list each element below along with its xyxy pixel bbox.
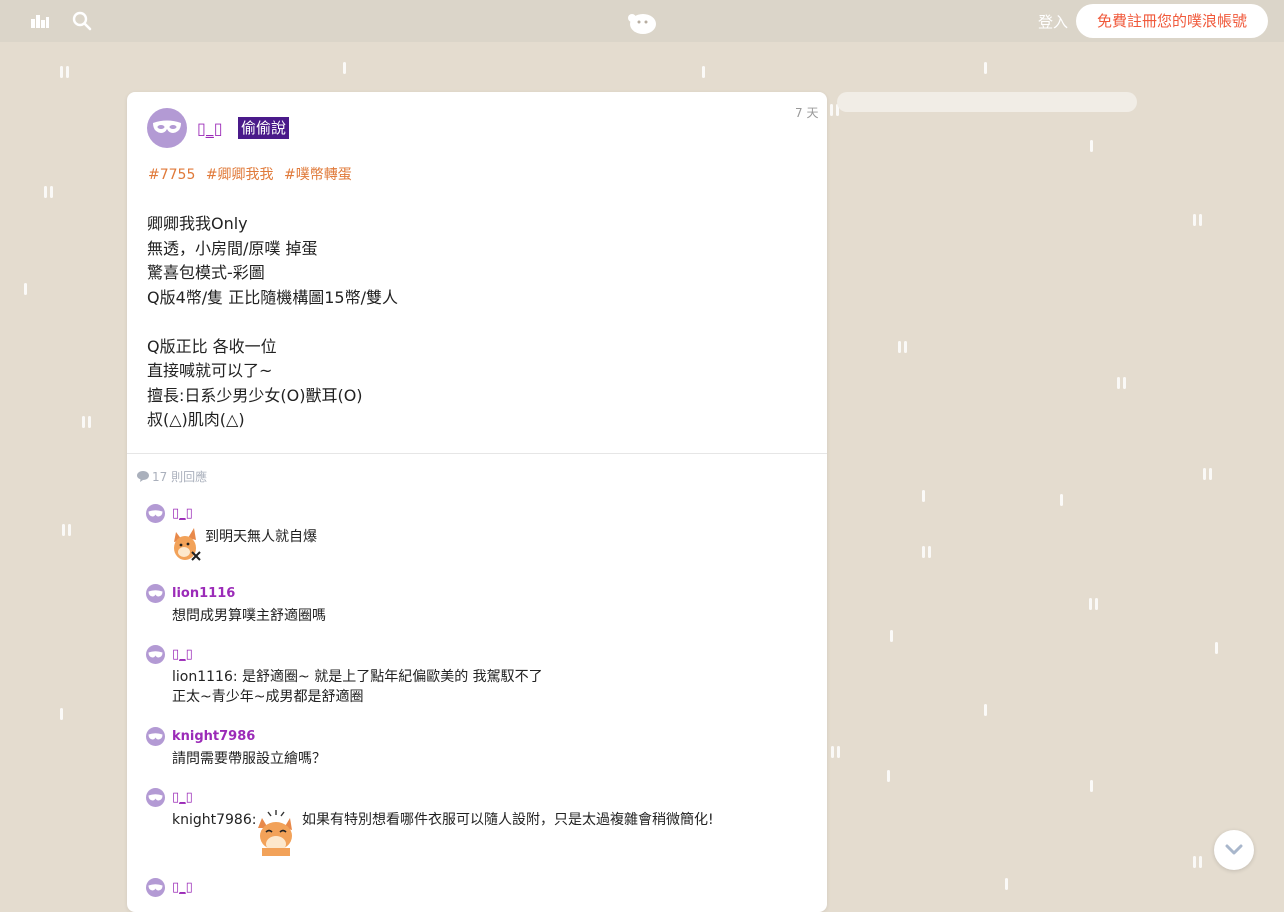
plurk-card: ▯_▯ 偷偷說 7 天 #7755 #卿卿我我 #噗幣轉蛋 卿卿我我Only 無… <box>127 92 827 912</box>
response-count: 17 則回應 <box>137 468 207 485</box>
response-author[interactable]: lion1116 <box>172 586 235 601</box>
response-text: 正太~青少年~成男都是舒適圈 <box>172 689 364 705</box>
divider <box>127 453 827 454</box>
post-author[interactable]: ▯_▯ <box>197 119 223 138</box>
plurk-logo-icon[interactable] <box>626 8 658 36</box>
avatar[interactable] <box>146 645 165 664</box>
post-content: 卿卿我我Only 無透，小房間/原噗 掉蛋 驚喜包模式-彩圖 Q版4幣/隻 正比… <box>147 214 399 429</box>
post-timestamp: 7 天 <box>795 106 819 120</box>
fox-sticker <box>172 526 202 566</box>
home-icon[interactable] <box>30 11 50 29</box>
mask-avatar-icon <box>148 793 163 800</box>
mask-avatar-icon <box>148 589 163 596</box>
response-mention: knight7986: <box>172 812 257 828</box>
response-author[interactable]: ▯_▯ <box>172 506 193 521</box>
tag-link[interactable]: #噗幣轉蛋 <box>284 167 352 183</box>
comment-icon <box>137 471 149 482</box>
tag-link[interactable]: #7755 <box>148 167 195 183</box>
mask-avatar-icon <box>148 883 163 890</box>
whisper-badge: 偷偷說 <box>238 117 290 139</box>
avatar[interactable] <box>146 727 165 746</box>
avatar[interactable] <box>146 878 165 897</box>
avatar[interactable] <box>146 788 165 807</box>
response-count-label: 17 則回應 <box>152 470 208 484</box>
scroll-down-button[interactable] <box>1214 830 1254 870</box>
tag-link[interactable]: #卿卿我我 <box>206 167 274 183</box>
fox-sticker <box>252 808 298 860</box>
mask-avatar-icon <box>148 509 163 516</box>
register-button[interactable]: 免費註冊您的噗浪帳號 <box>1076 4 1268 38</box>
response-author[interactable]: ▯_▯ <box>172 790 193 805</box>
response-text: 到明天無人就自爆 <box>205 529 317 545</box>
mask-avatar-icon <box>153 120 181 133</box>
login-link[interactable]: 登入 <box>1038 11 1068 32</box>
avatar[interactable] <box>147 108 187 148</box>
avatar[interactable] <box>146 504 165 523</box>
response-author[interactable]: knight7986 <box>172 729 255 744</box>
response-text: lion1116: 是舒適圈~ 就是上了點年紀偏歐美的 我駕馭不了 <box>172 669 543 685</box>
response-text: 如果有特別想看哪件衣服可以隨人設附，只是太過複雜會稍微簡化! <box>302 812 714 828</box>
tag-list: #7755 #卿卿我我 #噗幣轉蛋 <box>148 164 358 184</box>
mask-avatar-icon <box>148 650 163 657</box>
chevron-down-icon <box>1225 844 1243 855</box>
response-author[interactable]: ▯_▯ <box>172 647 193 662</box>
response-text: 請問需要帶服設立繪嗎？ <box>172 751 326 767</box>
response-author[interactable]: ▯_▯ <box>172 880 193 895</box>
top-navigation-bar: 登入 免費註冊您的噗浪帳號 <box>0 0 1284 42</box>
sidebar-placeholder <box>837 92 1137 112</box>
avatar[interactable] <box>146 584 165 603</box>
response-text: 想問成男算噗主舒適圈嗎 <box>172 608 326 624</box>
mask-avatar-icon <box>148 732 163 739</box>
search-icon[interactable] <box>72 11 92 31</box>
